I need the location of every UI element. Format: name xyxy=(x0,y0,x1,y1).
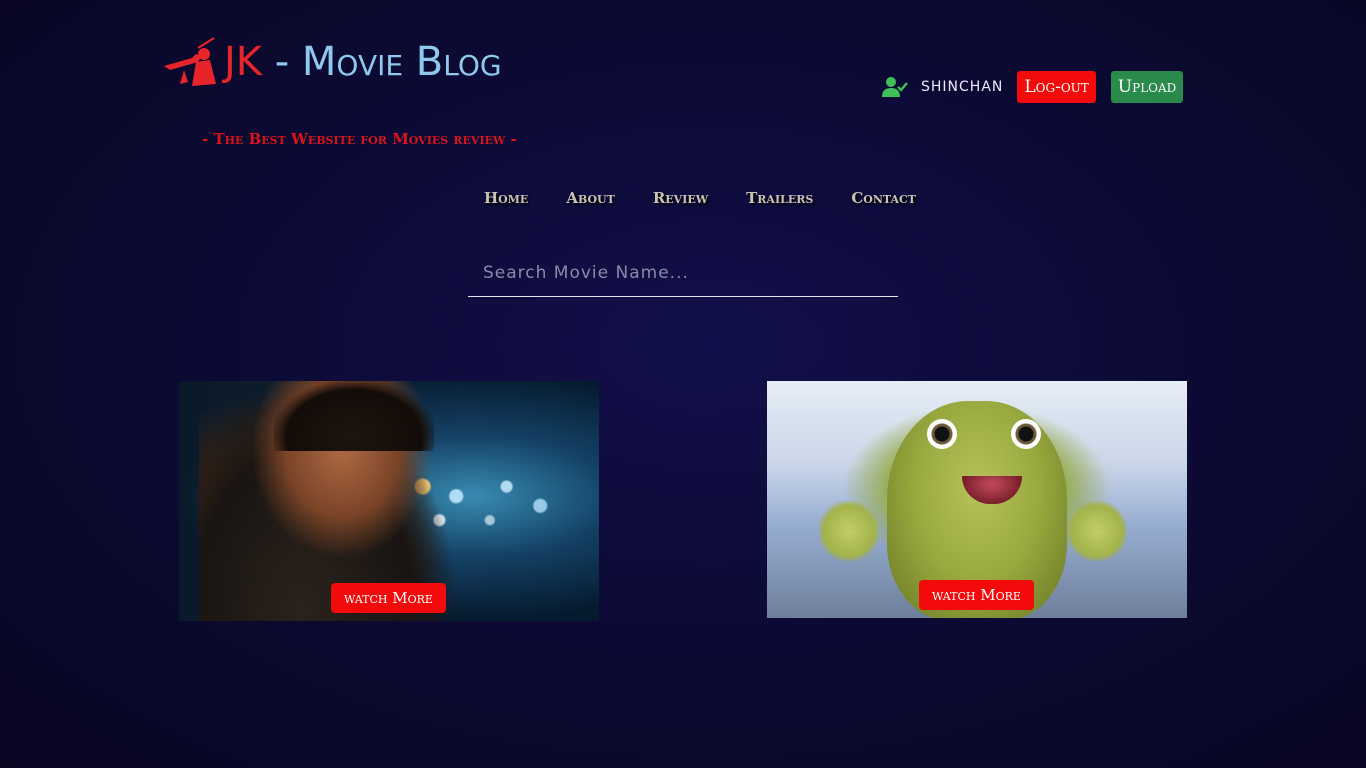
poster-person-hair xyxy=(274,381,434,451)
gunman-logo-icon xyxy=(164,37,216,86)
movie-card[interactable]: watch More xyxy=(179,381,599,621)
logout-button[interactable]: Log-out xyxy=(1017,71,1096,103)
upload-button[interactable]: Upload xyxy=(1110,71,1184,103)
poster-frog-eye xyxy=(1011,419,1041,449)
nav-contact[interactable]: Contact xyxy=(851,189,916,207)
poster-frog-hand xyxy=(1067,501,1127,561)
nav-about[interactable]: About xyxy=(566,189,615,207)
site-logo[interactable]: JK - Movie Blog xyxy=(162,32,502,92)
tagline: - The Best Website for Movies review - xyxy=(202,130,517,148)
nav-home[interactable]: Home xyxy=(484,189,528,207)
nav-review[interactable]: Review xyxy=(653,189,708,207)
search-input[interactable] xyxy=(468,252,898,294)
movie-card[interactable]: watch More xyxy=(767,381,1187,618)
main-nav: Home About Review Trailers Contact xyxy=(484,189,916,207)
user-area: shinchan Log-out Upload xyxy=(882,71,1184,103)
nav-trailers[interactable]: Trailers xyxy=(746,189,813,207)
search-box xyxy=(468,252,898,297)
user-check-icon xyxy=(882,77,908,97)
watch-more-button[interactable]: watch More xyxy=(331,583,446,613)
watch-more-button[interactable]: watch More xyxy=(919,580,1034,610)
poster-frog-hand xyxy=(819,501,879,561)
site-title: JK - Movie Blog xyxy=(224,42,502,82)
poster-frog-eye xyxy=(927,419,957,449)
username: shinchan xyxy=(921,79,1004,95)
logo-jk-text: JK xyxy=(224,39,263,85)
logo-movie-blog-text: - Movie Blog xyxy=(262,39,502,85)
